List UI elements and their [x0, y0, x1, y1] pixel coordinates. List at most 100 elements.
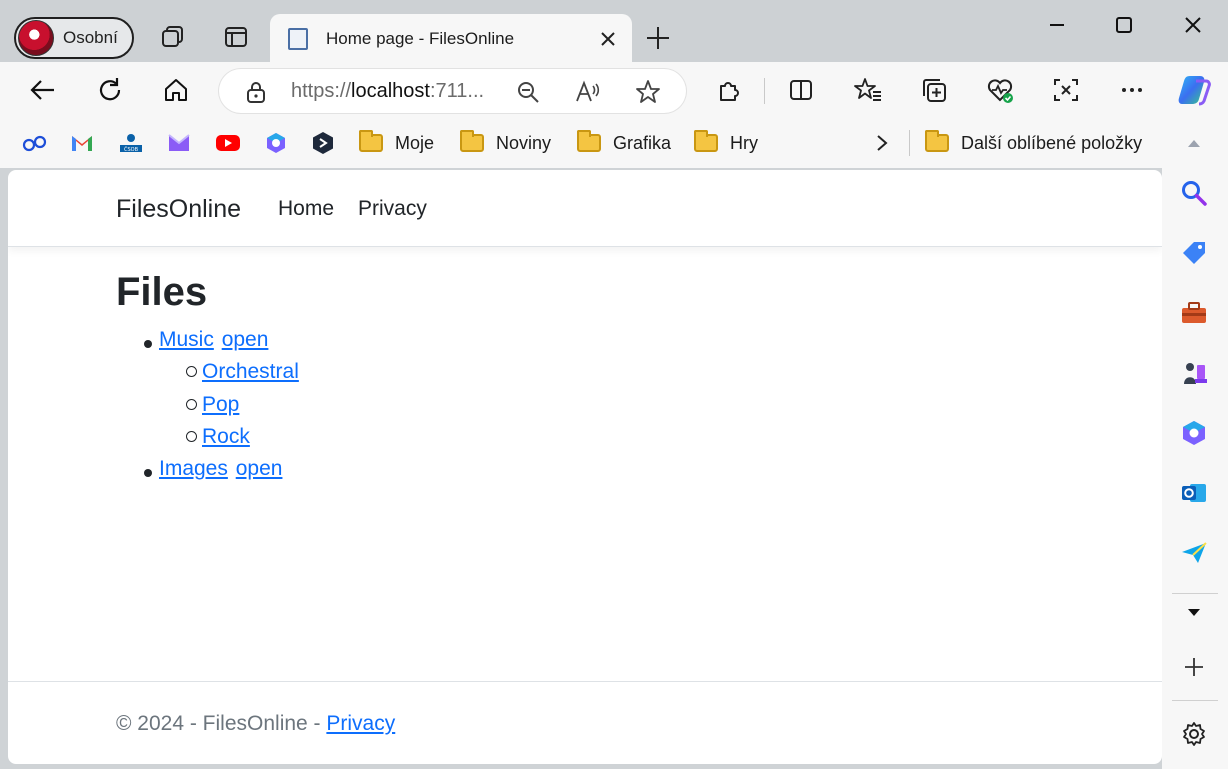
- lock-icon[interactable]: [245, 80, 267, 109]
- folder-link-orchestral[interactable]: Orchestral: [202, 360, 299, 383]
- list-circle: [186, 431, 197, 442]
- url-text[interactable]: https://localhost:711...: [291, 80, 497, 103]
- collections-icon[interactable]: [918, 74, 950, 106]
- microsoft365-icon[interactable]: [1179, 418, 1209, 448]
- profile-label: Osobní: [63, 28, 118, 47]
- new-tab-icon[interactable]: [644, 24, 672, 52]
- shopping-tag-icon[interactable]: [1179, 238, 1209, 268]
- add-icon[interactable]: [1179, 652, 1209, 682]
- favorite-folder-noviny[interactable]: Noviny: [460, 130, 551, 156]
- favorite-folder-moje[interactable]: Moje: [359, 130, 434, 156]
- folder-link-pop[interactable]: Pop: [202, 393, 239, 416]
- folder-icon: [359, 130, 383, 152]
- nav-link-privacy[interactable]: Privacy: [358, 197, 427, 221]
- microsoft365-icon[interactable]: [264, 130, 288, 156]
- footer-privacy-link[interactable]: Privacy: [326, 712, 395, 735]
- star-icon[interactable]: [635, 79, 661, 105]
- svg-text:ČSOB: ČSOB: [124, 146, 139, 153]
- app-shortcut-icon[interactable]: [311, 130, 335, 156]
- browser-essentials-icon[interactable]: [984, 74, 1016, 106]
- list-bullet: [144, 340, 152, 348]
- outlook-icon[interactable]: [1179, 478, 1209, 508]
- gear-icon[interactable]: [1179, 719, 1209, 749]
- read-aloud-icon[interactable]: [575, 79, 601, 105]
- favorite-folder-hry[interactable]: Hry: [694, 130, 758, 156]
- minimize-icon[interactable]: [1040, 10, 1074, 40]
- back-icon[interactable]: [27, 74, 59, 106]
- footer-text: © 2024 - FilesOnline - Privacy: [116, 712, 395, 736]
- favorite-folder-grafika[interactable]: Grafika: [577, 130, 671, 156]
- gmail-icon[interactable]: [70, 130, 94, 156]
- list-circle: [186, 366, 197, 377]
- profile-avatar: [18, 20, 54, 56]
- tab-title: Home page - FilesOnline: [326, 29, 515, 48]
- extensions-icon[interactable]: [713, 74, 745, 106]
- browser-toolbar: https://localhost:711...: [0, 62, 1228, 118]
- sidebar-separator: [1172, 593, 1218, 594]
- favorites-separator: [909, 130, 910, 156]
- scroll-up-icon[interactable]: [1179, 128, 1209, 158]
- list-bullet: [144, 469, 152, 477]
- nav-link-home[interactable]: Home: [278, 197, 334, 221]
- tab-home-page[interactable]: Home page - FilesOnline: [270, 14, 632, 64]
- copilot-icon[interactable]: [1176, 72, 1212, 108]
- favorite-link-1[interactable]: [22, 130, 48, 156]
- page-viewport: FilesOnline Home Privacy Files Music ope…: [8, 170, 1162, 764]
- site-footer: © 2024 - FilesOnline - Privacy: [8, 681, 1162, 764]
- folder-link-images[interactable]: Images: [159, 457, 228, 480]
- favorites-bar: ČSOB Moje Noviny Grafika Hry Další oblíb…: [0, 118, 1228, 168]
- tree-item-orchestral: Orchestral: [202, 360, 299, 384]
- tree-item-images: Images open: [159, 457, 282, 481]
- favorite-label: Další oblíbené položky: [961, 132, 1143, 153]
- folder-icon: [925, 130, 949, 152]
- browser-window: Osobní Home page - FilesOnline https://l…: [0, 0, 1228, 769]
- tools-icon[interactable]: [1179, 298, 1209, 328]
- site-brand[interactable]: FilesOnline: [116, 195, 241, 224]
- copyright-text: © 2024 - FilesOnline -: [116, 712, 327, 735]
- toolbar-separator: [764, 78, 765, 104]
- favorite-label: Grafika: [613, 132, 672, 153]
- csob-icon[interactable]: ČSOB: [118, 130, 144, 156]
- favorite-label: Noviny: [496, 132, 552, 153]
- search-icon[interactable]: [1179, 178, 1209, 208]
- folder-icon: [460, 130, 484, 152]
- tab-strip: Osobní Home page - FilesOnline: [0, 0, 1228, 64]
- maximize-icon[interactable]: [1107, 10, 1141, 40]
- folder-link-rock[interactable]: Rock: [202, 425, 250, 448]
- games-icon[interactable]: [1179, 358, 1209, 388]
- more-options-icon[interactable]: [1116, 74, 1148, 106]
- favorite-label: Moje: [395, 132, 435, 153]
- page-title: Files: [116, 270, 208, 314]
- favorite-label: Hry: [730, 132, 758, 153]
- split-screen-icon[interactable]: [785, 74, 817, 106]
- close-tab-icon[interactable]: [596, 27, 620, 51]
- proton-mail-icon[interactable]: [167, 130, 191, 156]
- screenshot-icon[interactable]: [1050, 74, 1082, 106]
- tree-item-pop: Pop: [202, 393, 239, 417]
- open-link-images[interactable]: open: [236, 457, 283, 480]
- list-circle: [186, 399, 197, 410]
- refresh-icon[interactable]: [94, 74, 126, 106]
- send-icon[interactable]: [1179, 538, 1209, 568]
- scroll-down-icon[interactable]: [1179, 598, 1209, 628]
- favorites-icon[interactable]: [852, 74, 884, 106]
- profile-button[interactable]: Osobní: [14, 17, 134, 59]
- folder-icon: [577, 130, 601, 152]
- tree-item-rock: Rock: [202, 425, 250, 449]
- site-navbar: FilesOnline Home Privacy: [8, 170, 1162, 247]
- other-favorites-folder[interactable]: Další oblíbené položky: [925, 130, 1142, 156]
- tree-item-music: Music open: [159, 328, 268, 352]
- folder-icon: [694, 130, 718, 152]
- workspaces-icon[interactable]: [158, 22, 188, 52]
- close-window-icon[interactable]: [1176, 10, 1210, 40]
- open-link-music[interactable]: open: [222, 328, 269, 351]
- chevron-right-icon[interactable]: [874, 130, 890, 156]
- edge-sidebar: [1162, 118, 1228, 769]
- folder-link-music[interactable]: Music: [159, 328, 214, 351]
- youtube-icon[interactable]: [215, 130, 241, 156]
- address-bar[interactable]: https://localhost:711...: [219, 69, 686, 113]
- home-icon[interactable]: [160, 74, 192, 106]
- sidebar-separator: [1172, 700, 1218, 701]
- zoom-out-icon[interactable]: [515, 79, 541, 105]
- tab-actions-icon[interactable]: [221, 22, 251, 52]
